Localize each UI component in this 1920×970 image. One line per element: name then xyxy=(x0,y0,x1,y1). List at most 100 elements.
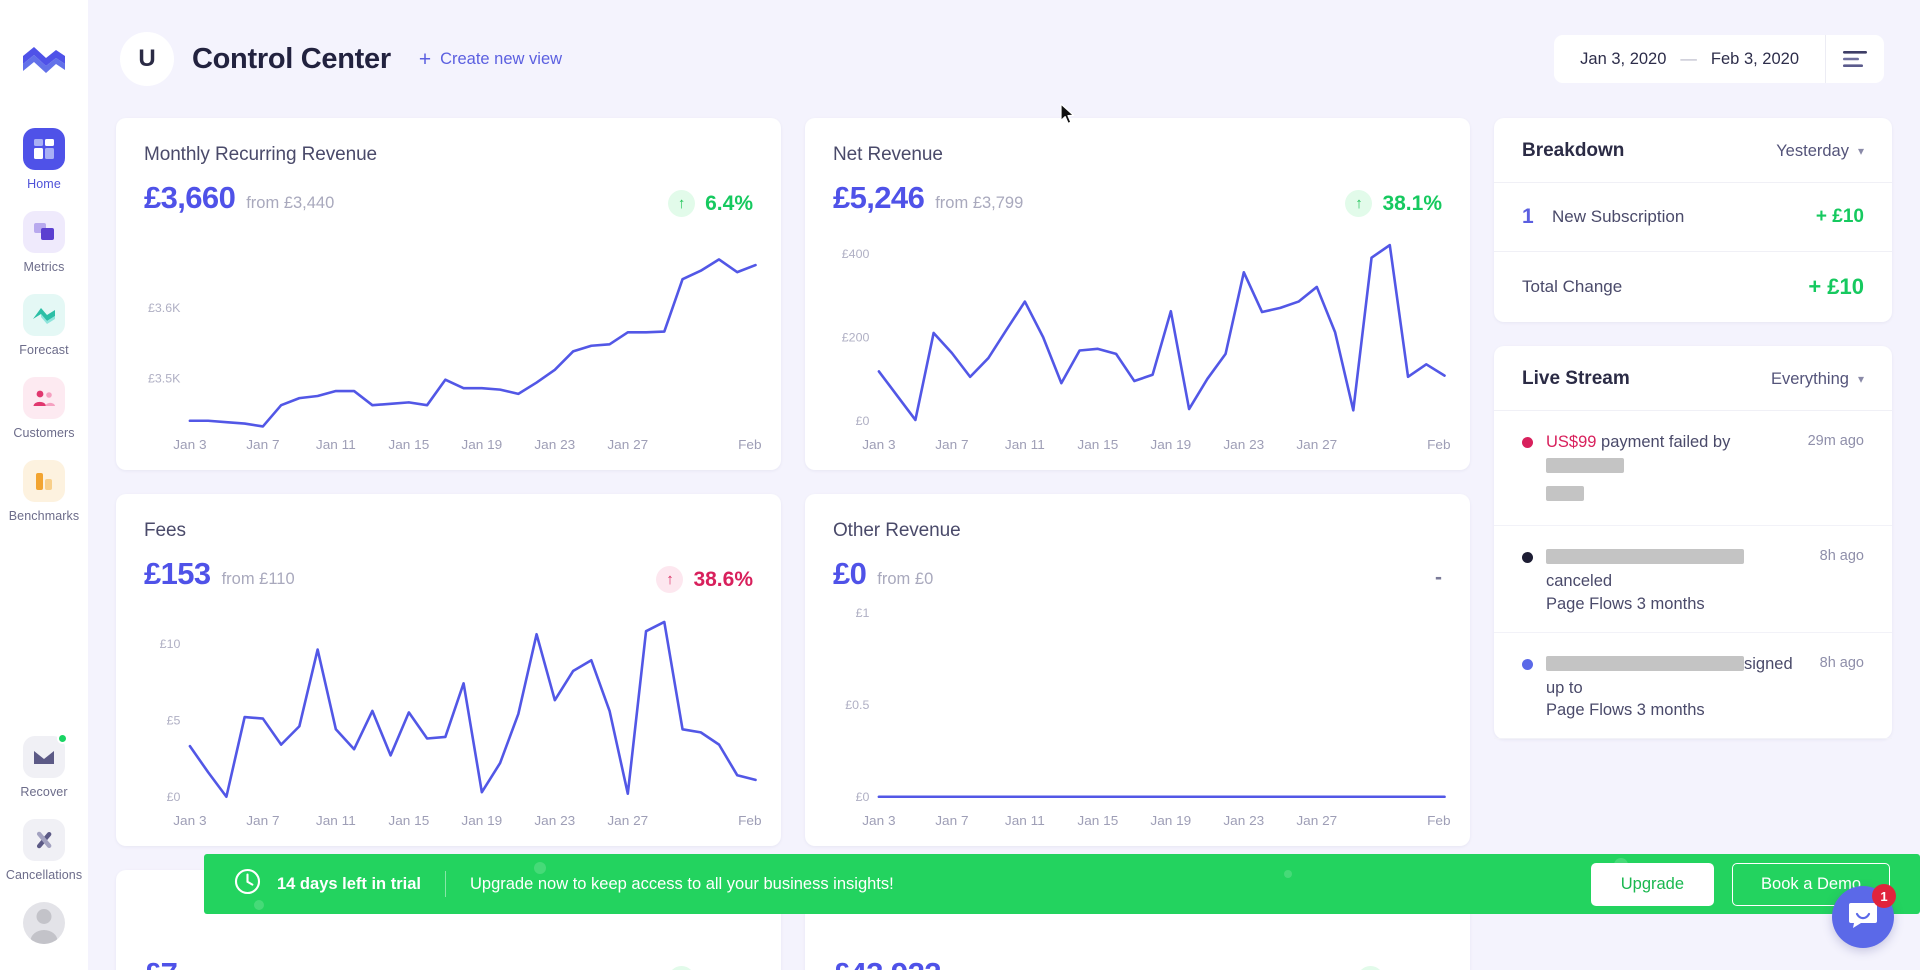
svg-text:Feb 3: Feb 3 xyxy=(738,814,765,828)
avatar[interactable] xyxy=(23,902,65,944)
org-initial-avatar[interactable]: U xyxy=(120,32,174,86)
svg-text:Jan 15: Jan 15 xyxy=(1077,814,1118,828)
svg-text:£10: £10 xyxy=(160,637,181,650)
stream-time: 8h ago xyxy=(1819,654,1864,671)
svg-text:Feb 3: Feb 3 xyxy=(1427,814,1454,828)
date-range-picker[interactable]: Jan 3, 2020 — Feb 3, 2020 xyxy=(1554,35,1825,83)
notification-dot xyxy=(57,733,68,744)
list-item[interactable]: US$99 payment failed by 29m ago xyxy=(1494,411,1892,526)
metric-from: from £110 xyxy=(221,570,295,588)
sidebar-item-forecast[interactable]: Forecast xyxy=(0,294,88,357)
sidebar-item-recover[interactable]: Recover xyxy=(0,733,88,799)
breakdown-label: New Subscription xyxy=(1552,207,1685,226)
redacted-name-2 xyxy=(1546,485,1584,501)
trial-days-text: 14 days left in trial xyxy=(277,874,421,893)
svg-text:£0.5: £0.5 xyxy=(845,699,870,712)
stream-line: signed up to 8h ago xyxy=(1522,653,1864,701)
sidebar-item-label: Cancellations xyxy=(5,868,83,882)
breakdown-filter-select[interactable]: Yesterday ▾ xyxy=(1776,142,1864,161)
divider xyxy=(444,871,446,897)
svg-text:£1: £1 xyxy=(856,607,870,620)
metric-value: £5,246 xyxy=(833,180,925,215)
svg-text:Jan 11: Jan 11 xyxy=(1005,438,1045,452)
svg-text:Jan 11: Jan 11 xyxy=(1005,814,1045,828)
status-dot xyxy=(1522,551,1533,563)
svg-text:Jan 7: Jan 7 xyxy=(935,438,968,452)
stream-text: US$99 payment failed by xyxy=(1546,431,1796,507)
baremetrics-logo-icon[interactable] xyxy=(20,42,68,82)
chat-launcher-button[interactable]: 1 xyxy=(1832,884,1896,948)
sidebar-item-label: Recover xyxy=(20,785,68,799)
breakdown-title: Breakdown xyxy=(1522,140,1625,161)
date-range-end: Feb 3, 2020 xyxy=(1710,49,1799,68)
chat-unread-badge: 1 xyxy=(1872,884,1896,908)
metric-card-fees[interactable]: Fees £153 from £110 ↑ 38.6% £10 £5 £0 Jan 3… xyxy=(116,494,781,846)
dashboard-root: Home Metrics Forecast Customers Benchmar… xyxy=(0,0,1920,970)
card-title: Other Revenue xyxy=(833,520,961,541)
sidebar-item-label: Benchmarks xyxy=(8,509,80,523)
redacted-name xyxy=(1546,457,1624,473)
date-range-dash: — xyxy=(1680,49,1697,68)
metric-delta: ↑ 6.4% xyxy=(1357,966,1442,970)
metric-card-net-revenue[interactable]: Net Revenue £5,246 from £3,799 ↑ 38.1% £… xyxy=(805,118,1470,470)
sidebar-item-home[interactable]: Home xyxy=(0,128,88,191)
svg-text:Jan 19: Jan 19 xyxy=(461,438,502,452)
metric-row: £7 from £6.99 ↑ 0.9% xyxy=(144,956,753,970)
metric-value: £43,922 xyxy=(833,956,941,970)
svg-text:Jan 27: Jan 27 xyxy=(607,438,648,452)
stream-time: 8h ago xyxy=(1819,547,1864,564)
svg-text:Jan 27: Jan 27 xyxy=(1296,438,1337,452)
chart-mrr: £3.6K £3.5K Jan 3 Jan 7 Jan 11 Jan 15 Jan 19 Ja… xyxy=(126,228,765,458)
svg-text:Jan 3: Jan 3 xyxy=(862,814,895,828)
list-lines-icon[interactable] xyxy=(1826,35,1884,83)
metric-from: from £3,799 xyxy=(935,194,1024,212)
clock-icon xyxy=(234,868,261,900)
redacted-name xyxy=(1546,655,1744,671)
chevron-down-icon: ▾ xyxy=(1857,144,1864,158)
metric-delta: ↑ 6.4% xyxy=(668,190,753,217)
status-dot xyxy=(1522,658,1533,670)
live-stream-filter-select[interactable]: Everything ▾ xyxy=(1771,370,1864,389)
metric-card-mrr[interactable]: Monthly Recurring Revenue £3,660 from £3… xyxy=(116,118,781,470)
breakdown-filter-value: Yesterday xyxy=(1776,141,1849,160)
delta-percent: 6.4% xyxy=(705,191,753,215)
svg-text:£3.6K: £3.6K xyxy=(148,301,180,314)
svg-text:Jan 3: Jan 3 xyxy=(173,814,206,828)
metric-row: £153 from £110 ↑ 38.6% xyxy=(144,556,753,593)
list-item[interactable]: canceled 8h ago Page Flows 3 months xyxy=(1494,526,1892,633)
breakdown-count: 1 xyxy=(1522,205,1534,228)
svg-text:£0: £0 xyxy=(856,415,870,428)
svg-text:Jan 19: Jan 19 xyxy=(461,814,502,828)
trial-message: Upgrade now to keep access to all your b… xyxy=(469,874,894,893)
dashboard-grid: Monthly Recurring Revenue £3,660 from £3… xyxy=(116,118,1892,970)
metric-value: £3,660 xyxy=(144,180,236,215)
svg-text:Jan 27: Jan 27 xyxy=(1296,814,1337,828)
stream-body: payment failed by xyxy=(1596,433,1731,451)
list-item[interactable]: signed up to 8h ago Page Flows 3 months xyxy=(1494,633,1892,740)
breakdown-total: Total Change + £10 xyxy=(1494,252,1892,322)
main-content: U Control Center + Create new view Jan 3… xyxy=(88,0,1920,970)
bars-icon xyxy=(23,460,65,502)
sidebar-item-customers[interactable]: Customers xyxy=(0,377,88,440)
metric-card-other-revenue[interactable]: Other Revenue £0 from £0 - £1 £0.5 £0 Jan 3… xyxy=(805,494,1470,846)
sidebar-item-label: Forecast xyxy=(19,343,69,357)
people-icon xyxy=(23,377,65,419)
svg-text:Jan 11: Jan 11 xyxy=(316,814,356,828)
sidebar-item-cancellations[interactable]: Cancellations xyxy=(0,819,88,882)
svg-text:£200: £200 xyxy=(842,331,870,344)
stream-time: 29m ago xyxy=(1807,433,1864,449)
create-new-view-button[interactable]: + Create new view xyxy=(419,49,562,70)
stream-amount: US$99 xyxy=(1546,433,1597,451)
metric-row: £3,660 from £3,440 ↑ 6.4% xyxy=(144,180,753,217)
date-range-start: Jan 3, 2020 xyxy=(1580,49,1667,68)
upgrade-button[interactable]: Upgrade xyxy=(1590,862,1715,906)
arrow-up-icon: ↑ xyxy=(1345,190,1373,217)
svg-text:Jan 27: Jan 27 xyxy=(607,814,648,828)
svg-text:Jan 11: Jan 11 xyxy=(316,438,356,452)
svg-text:Jan 3: Jan 3 xyxy=(862,438,895,452)
right-rail: Breakdown Yesterday ▾ 1 New Subscription… xyxy=(1494,118,1892,740)
stream-text: signed up to xyxy=(1546,653,1808,701)
sidebar-item-benchmarks[interactable]: Benchmarks xyxy=(0,460,88,523)
sidebar-item-metrics[interactable]: Metrics xyxy=(0,211,88,274)
breakdown-row: 1 New Subscription + £10 xyxy=(1494,183,1892,252)
